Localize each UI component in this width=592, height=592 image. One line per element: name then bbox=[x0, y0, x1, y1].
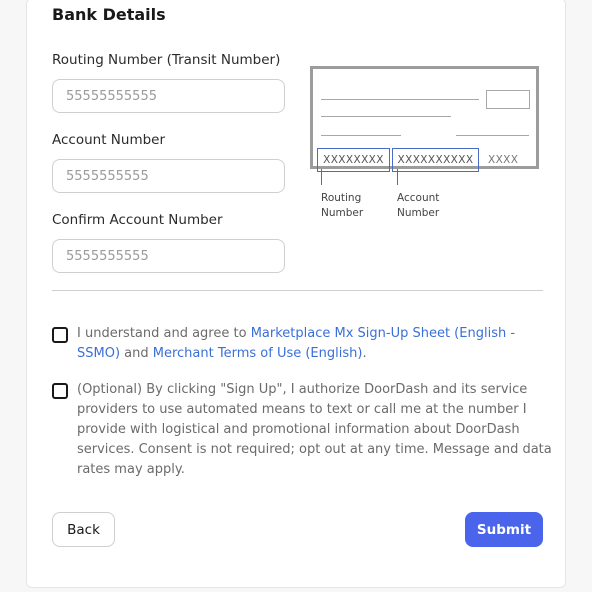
sms-consent-line: rates may apply. bbox=[77, 462, 185, 477]
account-caption-line: Account bbox=[397, 192, 440, 204]
check-routing-field: XXXXXXXX bbox=[317, 148, 390, 172]
account-caption: Account Number bbox=[397, 191, 439, 221]
check-illustration: XXXXXXXX XXXXXXXXXX XXXX bbox=[310, 66, 539, 172]
routing-pointer bbox=[321, 169, 322, 185]
routing-number-input[interactable] bbox=[52, 79, 285, 113]
terms-text: I understand and agree to Marketplace Mx… bbox=[77, 324, 543, 364]
terms-prefix: I understand and agree to bbox=[77, 326, 251, 341]
check-line bbox=[321, 99, 479, 100]
sms-consent-line: services. Consent is not required; opt o… bbox=[77, 442, 552, 457]
account-number-input[interactable] bbox=[52, 159, 285, 193]
sms-consent-line: provide with logistical and promotional … bbox=[77, 422, 520, 437]
account-caption-line: Number bbox=[397, 207, 440, 219]
signup-sheet-link[interactable]: Marketplace Mx Sign-Up Sheet (English - bbox=[251, 326, 515, 341]
bank-details-card: Bank Details Routing Number (Transit Num… bbox=[26, 0, 566, 588]
terms-checkbox[interactable] bbox=[52, 327, 68, 343]
check-line bbox=[456, 135, 529, 136]
terms-middle: and bbox=[120, 346, 153, 361]
sms-consent-line: providers to use automated means to text… bbox=[77, 402, 527, 417]
signup-sheet-link-cont[interactable]: SSMO) bbox=[77, 346, 120, 361]
sms-consent-text: (Optional) By clicking "Sign Up", I auth… bbox=[77, 380, 557, 480]
confirm-account-number-input[interactable] bbox=[52, 239, 285, 273]
routing-caption: Routing Number bbox=[321, 191, 363, 221]
confirm-account-number-label: Confirm Account Number bbox=[52, 212, 223, 228]
routing-caption-line: Number bbox=[321, 207, 364, 219]
sms-consent-line: (Optional) By clicking "Sign Up", I auth… bbox=[77, 382, 528, 397]
routing-number-label: Routing Number (Transit Number) bbox=[52, 52, 281, 68]
back-button[interactable]: Back bbox=[52, 512, 115, 547]
merchant-terms-link[interactable]: Merchant Terms of Use (English) bbox=[153, 346, 363, 361]
check-line bbox=[321, 135, 401, 136]
section-title: Bank Details bbox=[52, 5, 166, 24]
check-number-field: XXXX bbox=[488, 154, 519, 166]
account-number-label: Account Number bbox=[52, 132, 166, 148]
account-pointer bbox=[397, 169, 398, 185]
sms-consent-checkbox[interactable] bbox=[52, 383, 68, 399]
check-amount-box bbox=[486, 90, 530, 109]
section-divider bbox=[52, 290, 543, 291]
terms-suffix: . bbox=[362, 346, 367, 361]
check-account-field: XXXXXXXXXX bbox=[392, 148, 479, 172]
routing-caption-line: Routing bbox=[321, 192, 362, 204]
submit-button[interactable]: Submit bbox=[465, 512, 543, 547]
check-line bbox=[321, 116, 451, 117]
